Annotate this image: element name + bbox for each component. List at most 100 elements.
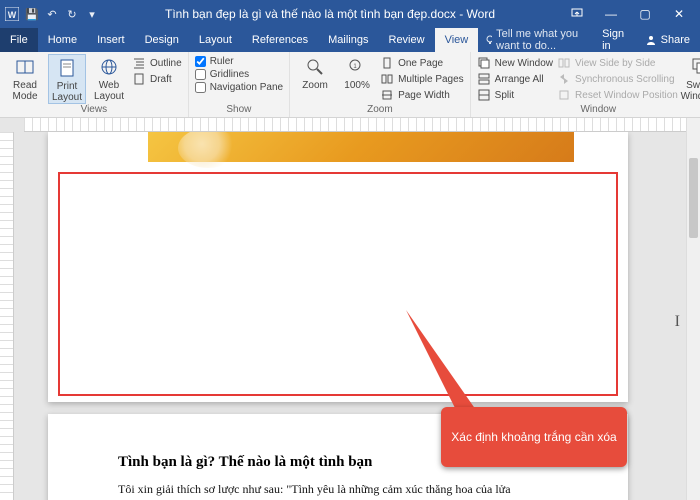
zoom-icon — [304, 56, 326, 78]
split-label: Split — [495, 90, 514, 101]
tab-layout[interactable]: Layout — [189, 28, 242, 52]
sync-scroll-button: Synchronous Scrolling — [557, 72, 678, 86]
group-views: ReadMode PrintLayout WebLayout Outline D… — [0, 52, 189, 117]
page-1[interactable] — [48, 132, 628, 402]
outline-button[interactable]: Outline — [132, 56, 182, 70]
outline-icon — [132, 56, 146, 70]
qat-customize-icon[interactable]: ▾ — [84, 6, 100, 22]
multi-page-label: Multiple Pages — [398, 74, 464, 85]
tab-view[interactable]: View — [435, 28, 479, 52]
zoom-button[interactable]: Zoom — [296, 54, 334, 91]
annotation-rectangle — [58, 172, 618, 396]
tab-review[interactable]: Review — [379, 28, 435, 52]
new-window-button[interactable]: New Window — [477, 56, 553, 70]
switch-windows-icon — [690, 56, 700, 78]
reset-window-icon — [557, 88, 571, 102]
text-cursor-icon: I — [675, 313, 680, 331]
group-window: New Window Arrange All Split View Side b… — [471, 52, 700, 117]
outline-label: Outline — [150, 58, 182, 69]
title-bar: W 💾 ↶ ↻ ▾ Tình bạn đẹp là gì và thế nào … — [0, 0, 700, 28]
switch-windows-label: SwitchWindows — [681, 80, 700, 102]
group-window-label: Window — [477, 104, 700, 117]
vertical-ruler[interactable] — [0, 132, 14, 500]
share-label: Share — [661, 34, 690, 46]
tab-mailings[interactable]: Mailings — [318, 28, 378, 52]
nav-pane-checkbox[interactable]: Navigation Pane — [195, 82, 283, 93]
bulb-icon — [484, 34, 492, 46]
multi-page-button[interactable]: Multiple Pages — [380, 72, 464, 86]
side-by-side-button[interactable]: View Side by Side — [557, 56, 678, 70]
minimize-icon[interactable]: — — [594, 0, 628, 28]
draft-label: Draft — [150, 74, 172, 85]
tab-file[interactable]: File — [0, 28, 38, 52]
gridlines-checkbox[interactable]: Gridlines — [195, 69, 283, 80]
undo-icon[interactable]: ↶ — [44, 6, 60, 22]
web-layout-button[interactable]: WebLayout — [90, 54, 128, 102]
tell-me[interactable]: Tell me what you want to do... — [484, 28, 592, 52]
side-by-side-label: View Side by Side — [575, 58, 655, 69]
share-button[interactable]: Share — [635, 34, 700, 46]
print-layout-icon — [56, 57, 78, 79]
read-mode-button[interactable]: ReadMode — [6, 54, 44, 102]
sync-scroll-label: Synchronous Scrolling — [575, 74, 675, 85]
hundred-label: 100% — [344, 80, 370, 91]
read-mode-label: ReadMode — [12, 80, 37, 102]
read-mode-icon — [14, 56, 36, 78]
arrange-button[interactable]: Arrange All — [477, 72, 553, 86]
callout-text: Xác định khoảng trắng cần xóa — [451, 430, 616, 444]
share-icon — [645, 34, 657, 46]
side-by-side-icon — [557, 56, 571, 70]
document-image[interactable] — [148, 132, 574, 162]
tell-me-label: Tell me what you want to do... — [496, 28, 592, 52]
doc-paragraph[interactable]: Tôi xin giải thích sơ lược như sau: "Tìn… — [118, 481, 558, 498]
page-width-label: Page Width — [398, 90, 450, 101]
tab-home[interactable]: Home — [38, 28, 87, 52]
ruler-corner — [14, 132, 24, 500]
group-show-label: Show — [195, 104, 283, 117]
word-icon: W — [4, 6, 20, 22]
arrange-icon — [477, 72, 491, 86]
split-icon — [477, 88, 491, 102]
reset-window-button: Reset Window Position — [557, 88, 678, 102]
svg-text:1: 1 — [353, 64, 357, 70]
print-layout-label: PrintLayout — [52, 81, 82, 103]
ribbon-tabs: File Home Insert Design Layout Reference… — [0, 28, 700, 52]
gridlines-check-input[interactable] — [195, 69, 206, 80]
hundred-button[interactable]: 1 100% — [338, 54, 376, 91]
group-show: Ruler Gridlines Navigation Pane Show — [189, 52, 290, 117]
nav-check-input[interactable] — [195, 82, 206, 93]
maximize-icon[interactable]: ▢ — [628, 0, 662, 28]
scrollbar-thumb[interactable] — [689, 158, 698, 238]
tab-design[interactable]: Design — [135, 28, 189, 52]
draft-button[interactable]: Draft — [132, 72, 182, 86]
split-button[interactable]: Split — [477, 88, 553, 102]
gridlines-label: Gridlines — [210, 69, 249, 80]
tab-insert[interactable]: Insert — [87, 28, 135, 52]
hundred-icon: 1 — [346, 56, 368, 78]
redo-icon[interactable]: ↻ — [64, 6, 80, 22]
group-zoom-label: Zoom — [296, 104, 464, 117]
switch-windows-button[interactable]: SwitchWindows — [682, 54, 700, 102]
window-controls: — ▢ ✕ — [560, 0, 696, 28]
window-title: Tình bạn đẹp là gì và thế nào là một tìn… — [100, 7, 560, 21]
page-width-icon — [380, 88, 394, 102]
sync-scroll-icon — [557, 72, 571, 86]
ribbon-options-icon[interactable] — [560, 0, 594, 28]
quick-access-toolbar: W 💾 ↶ ↻ ▾ — [4, 6, 100, 22]
print-layout-button[interactable]: PrintLayout — [48, 54, 86, 104]
save-icon[interactable]: 💾 — [24, 6, 40, 22]
sign-in-link[interactable]: Sign in — [592, 28, 635, 52]
ruler-check-input[interactable] — [195, 56, 206, 67]
page-width-button[interactable]: Page Width — [380, 88, 464, 102]
close-icon[interactable]: ✕ — [662, 0, 696, 28]
svg-text:W: W — [8, 10, 17, 20]
tab-references[interactable]: References — [242, 28, 318, 52]
group-views-label: Views — [6, 104, 182, 117]
vertical-scrollbar[interactable] — [686, 118, 700, 500]
nav-label: Navigation Pane — [210, 82, 283, 93]
web-layout-label: WebLayout — [94, 80, 124, 102]
horizontal-ruler[interactable] — [24, 118, 686, 132]
ruler-checkbox[interactable]: Ruler — [195, 56, 283, 67]
one-page-button[interactable]: One Page — [380, 56, 464, 70]
zoom-label: Zoom — [302, 80, 328, 91]
